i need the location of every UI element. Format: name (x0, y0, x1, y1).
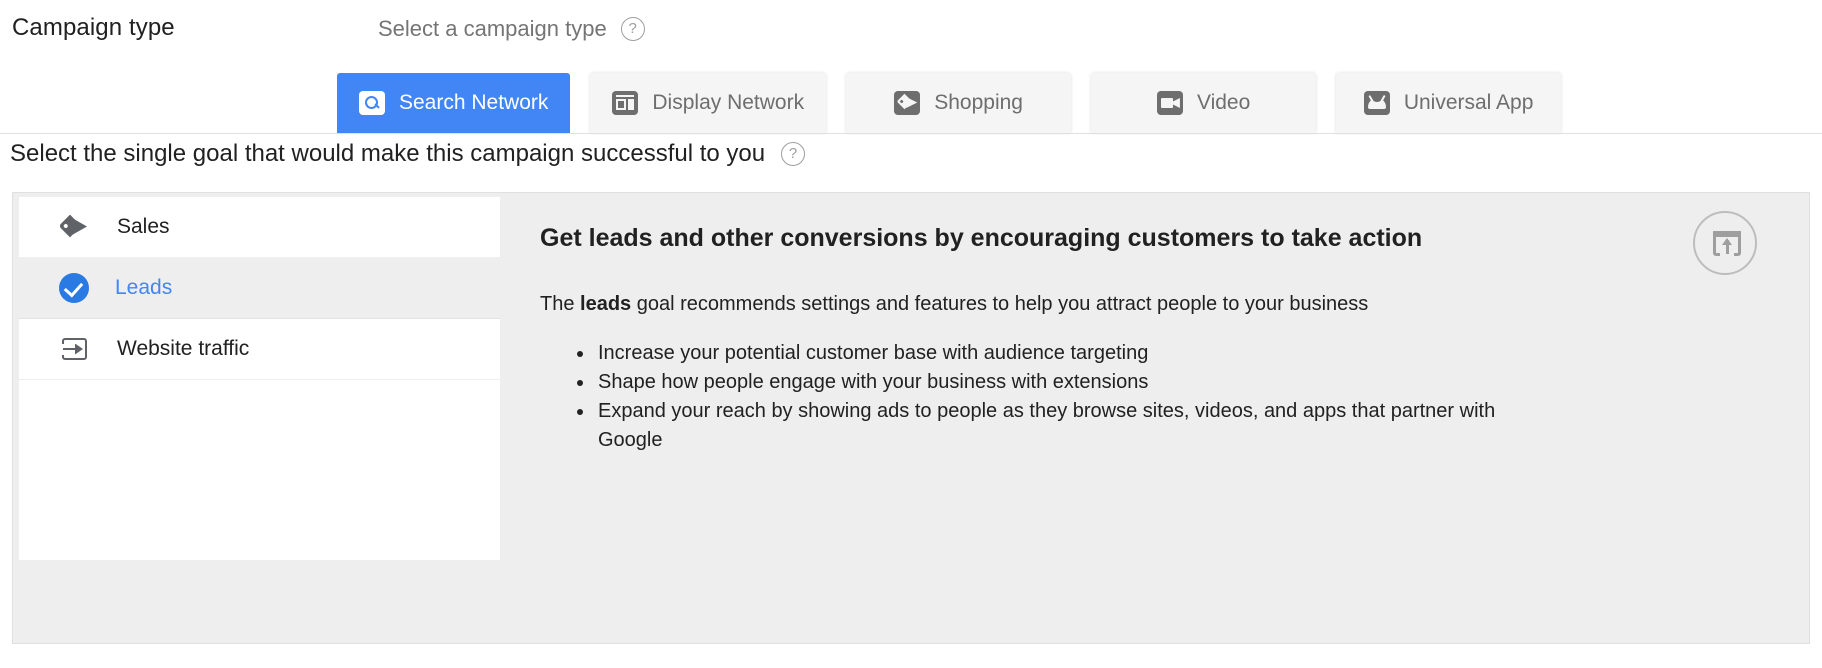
goal-item-leads[interactable]: Leads (19, 258, 500, 319)
tab-search-network[interactable]: Search Network (337, 73, 571, 133)
tab-shopping[interactable]: Shopping (846, 73, 1072, 133)
search-icon (359, 91, 385, 115)
tab-label: Universal App (1403, 91, 1534, 114)
video-camera-icon (1156, 91, 1183, 115)
price-tag-icon (58, 212, 91, 242)
launch-open-in-new-icon[interactable] (1693, 211, 1757, 275)
goal-heading-text: Select the single goal that would make t… (10, 140, 766, 167)
goal-item-label: Leads (115, 276, 173, 299)
goal-detail-intro-before: The (540, 293, 581, 315)
list-item: Shape how people engage with your busine… (577, 368, 1498, 397)
tab-video[interactable]: Video (1091, 73, 1317, 133)
campaign-type-subtitle: Select a campaign type (378, 16, 607, 41)
section-divider (0, 133, 1822, 134)
help-circle-icon[interactable]: ? (620, 17, 645, 41)
campaign-type-subtitle-group: Select a campaign type ? (378, 16, 645, 42)
goal-detail-title: Get leads and other conversions by encou… (540, 224, 1423, 252)
goal-item-sales[interactable]: Sales (19, 197, 500, 258)
tab-label: Shopping (934, 91, 1023, 114)
goal-list: Sales Leads Website traffic (13, 193, 500, 643)
price-tag-icon (894, 91, 921, 115)
goal-detail-panel: Get leads and other conversions by encou… (500, 193, 1809, 643)
goal-detail-intro-bold: leads (580, 293, 632, 315)
display-network-icon (612, 91, 639, 115)
list-item: Increase your potential customer base wi… (577, 339, 1498, 368)
campaign-type-tabs: Search Network Display Network Shopping … (0, 64, 1822, 133)
tab-display-network[interactable]: Display Network (590, 73, 827, 133)
goal-selection-panel: Sales Leads Website traffic Get leads an… (12, 192, 1810, 644)
goal-heading-group: Select the single goal that would make t… (10, 140, 806, 168)
tab-label: Display Network (652, 91, 805, 114)
android-app-icon (1363, 91, 1390, 115)
goal-list-empty-area (19, 380, 500, 561)
goal-detail-intro: The leads goal recommends settings and f… (540, 291, 1769, 317)
tab-label: Video (1196, 91, 1251, 114)
goal-detail-bullets: Increase your potential customer base wi… (540, 339, 1769, 455)
tab-label: Search Network (399, 91, 549, 114)
list-item: Expand your reach by showing ads to peop… (577, 397, 1498, 455)
campaign-type-title: Campaign type (12, 14, 175, 41)
help-circle-icon[interactable]: ? (781, 142, 806, 166)
tab-universal-app[interactable]: Universal App (1336, 73, 1562, 133)
goal-item-label: Sales (117, 215, 170, 238)
campaign-type-section: Campaign type Select a campaign type ? S… (0, 0, 1822, 133)
goal-detail-intro-after: goal recommends settings and features to… (631, 293, 1369, 315)
goal-item-website-traffic[interactable]: Website traffic (19, 319, 500, 380)
goal-item-label: Website traffic (117, 337, 250, 360)
check-circle-icon (59, 273, 89, 303)
arrow-into-box-icon (59, 334, 91, 364)
